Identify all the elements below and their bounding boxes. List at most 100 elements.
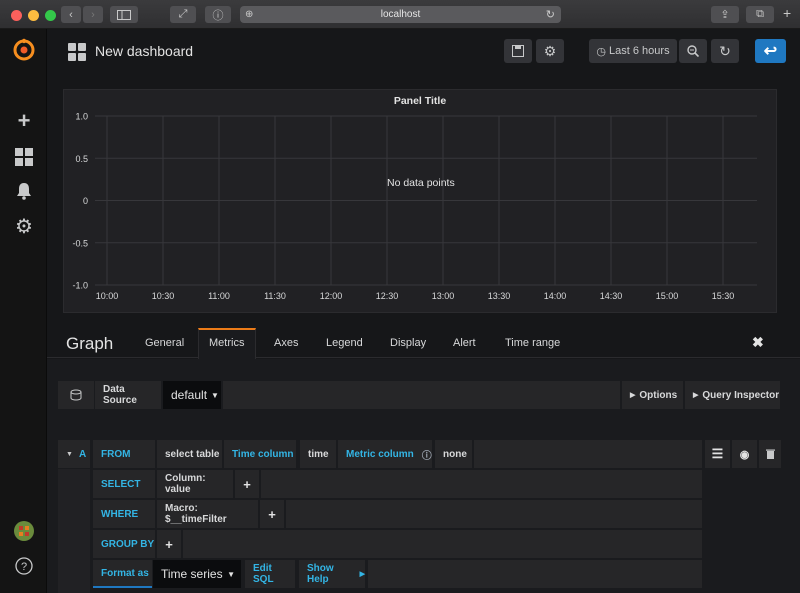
tabs-icon: ⧉ xyxy=(756,8,764,20)
metrics-editor: Data Source default ▼ ▶ Options ▶ Query … xyxy=(47,359,800,593)
configuration-gear-icon[interactable]: ⚙ xyxy=(12,214,36,238)
options-toggle[interactable]: ▶ Options xyxy=(622,381,683,409)
refresh-button[interactable]: ↻ xyxy=(711,39,739,63)
eye-icon: ◉ xyxy=(739,448,750,461)
add-tab-icon: ⊕ xyxy=(245,9,254,20)
from-label: FROM xyxy=(93,440,155,468)
query-menu-button[interactable]: ☰ xyxy=(705,440,730,468)
tab-general[interactable]: General xyxy=(145,337,184,349)
dashboard-grid-icon[interactable] xyxy=(68,43,86,64)
side-menu: + ⚙ ? xyxy=(0,29,47,593)
fullscreen-button[interactable]: ⤢ xyxy=(170,6,196,23)
share-button[interactable]: ⇪ xyxy=(711,6,739,23)
add-where-button[interactable]: + xyxy=(260,500,284,528)
x-tick-label: 15:30 xyxy=(712,291,735,301)
onepassword-icon: ⓘ xyxy=(212,9,224,22)
where-label: WHERE xyxy=(93,500,155,528)
where-row-spacer xyxy=(286,500,702,528)
metric-column-label: Metric column xyxy=(346,448,414,460)
settings-button[interactable]: ⚙ xyxy=(536,39,564,63)
user-avatar[interactable] xyxy=(12,519,36,543)
time-column-label: Time column xyxy=(224,440,296,468)
format-select[interactable]: Time series ▼ xyxy=(153,560,241,588)
help-icon[interactable]: ? xyxy=(12,554,36,578)
tab-time-range[interactable]: Time range xyxy=(505,337,560,349)
edit-sql-button[interactable]: Edit SQL xyxy=(245,560,295,588)
grafana-logo-icon[interactable] xyxy=(12,38,36,62)
where-macro-value[interactable]: Macro: $__timeFilter xyxy=(157,500,258,528)
x-tick-label: 14:30 xyxy=(600,291,623,301)
editor-title: Graph xyxy=(66,334,114,353)
add-group-by-button[interactable]: + xyxy=(157,530,181,558)
tab-display[interactable]: Display xyxy=(390,337,426,349)
time-column-select[interactable]: time xyxy=(300,440,336,468)
metric-column-select[interactable]: none xyxy=(435,440,472,468)
show-help-button[interactable]: Show Help ▶ xyxy=(299,560,365,588)
format-row-spacer xyxy=(368,560,702,588)
toggle-query-visibility-button[interactable]: ◉ xyxy=(732,440,757,468)
alerting-bell-icon[interactable] xyxy=(12,179,36,203)
select-column-value[interactable]: Column: value xyxy=(157,470,233,498)
remove-query-button[interactable] xyxy=(759,440,781,468)
close-window-button[interactable] xyxy=(11,10,22,21)
graph-chart: 1.0 0.5 0 -0.5 -1.0 10:00 10:30 11:00 11:30 12:00… xyxy=(72,112,757,301)
y-tick-label: -0.5 xyxy=(72,238,88,248)
info-icon[interactable]: ⓘ xyxy=(422,447,432,462)
back-to-dashboard-button[interactable]: ↩ xyxy=(755,39,786,63)
address-bar[interactable]: ⊕ localhost ↻ xyxy=(240,6,561,23)
group-by-label: GROUP BY xyxy=(93,530,155,558)
sidebar-toggle-button[interactable] xyxy=(110,6,138,23)
minimize-window-button[interactable] xyxy=(28,10,39,21)
select-label: SELECT xyxy=(93,470,155,498)
trash-icon xyxy=(765,449,775,459)
chevron-left-icon: ‹ xyxy=(69,8,73,21)
data-source-value: default xyxy=(171,388,208,402)
caret-down-icon: ▼ xyxy=(227,569,235,579)
chevron-right-icon: › xyxy=(91,8,95,21)
new-tab-button[interactable]: + xyxy=(783,5,791,21)
reload-icon[interactable]: ↻ xyxy=(546,8,555,21)
forward-button[interactable]: › xyxy=(83,6,103,23)
x-tick-label: 13:00 xyxy=(432,291,455,301)
query-inspector-toggle[interactable]: ▶ Query Inspector xyxy=(685,381,780,409)
table-select[interactable]: select table xyxy=(157,440,222,468)
data-source-spacer xyxy=(223,381,620,409)
gear-icon: ⚙ xyxy=(543,42,557,59)
y-tick-label: -1.0 xyxy=(72,281,88,291)
x-tick-label: 13:30 xyxy=(488,291,511,301)
tab-alert[interactable]: Alert xyxy=(453,337,476,349)
select-row-spacer xyxy=(261,470,702,498)
time-range-label: Last 6 hours xyxy=(609,45,670,57)
clock-icon: ◷ xyxy=(596,45,607,58)
dashboards-icon[interactable] xyxy=(12,145,36,169)
tabs-overview-button[interactable]: ⧉ xyxy=(746,6,774,23)
database-icon xyxy=(58,381,94,409)
dashboard-navbar: New dashboard ⚙ ◷ Last 6 hours ↻ ↩ xyxy=(47,29,800,75)
back-button[interactable]: ‹ xyxy=(61,6,81,23)
x-tick-label: 10:00 xyxy=(96,291,119,301)
tab-legend[interactable]: Legend xyxy=(326,337,363,349)
zoom-out-button[interactable] xyxy=(679,39,707,63)
browser-toolbar: ‹ › ⤢ ⓘ ⊕ localhost ↻ ⇪ ⧉ + xyxy=(0,0,800,29)
extension-button[interactable]: ⓘ xyxy=(205,6,231,23)
close-editor-icon[interactable]: ✖ xyxy=(752,334,764,351)
dashboard-title[interactable]: New dashboard xyxy=(95,43,193,59)
time-picker-button[interactable]: ◷ Last 6 hours xyxy=(589,39,677,63)
undo-arrow-icon: ↩ xyxy=(763,43,778,60)
query-collapse-toggle[interactable]: ▼ A xyxy=(58,440,90,468)
zoom-window-button[interactable] xyxy=(45,10,56,21)
graph-panel: Panel Title 1.0 0.5 0 -0.5 -1.0 10:00 10:30 11:… xyxy=(63,89,777,313)
tab-axes[interactable]: Axes xyxy=(274,337,298,349)
caret-down-icon: ▼ xyxy=(211,390,219,400)
create-plus-icon[interactable]: + xyxy=(12,108,36,133)
format-value: Time series xyxy=(161,567,223,581)
query-inspector-label: Query Inspector xyxy=(702,389,780,401)
group-by-row-spacer xyxy=(183,530,702,558)
data-source-select[interactable]: default ▼ xyxy=(163,381,221,409)
x-tick-label: 14:00 xyxy=(544,291,567,301)
add-select-button[interactable]: + xyxy=(235,470,259,498)
tab-metrics[interactable]: Metrics xyxy=(209,337,244,349)
url-text: localhost xyxy=(380,9,421,20)
save-dashboard-button[interactable] xyxy=(504,39,532,63)
svg-text:?: ? xyxy=(21,561,27,573)
